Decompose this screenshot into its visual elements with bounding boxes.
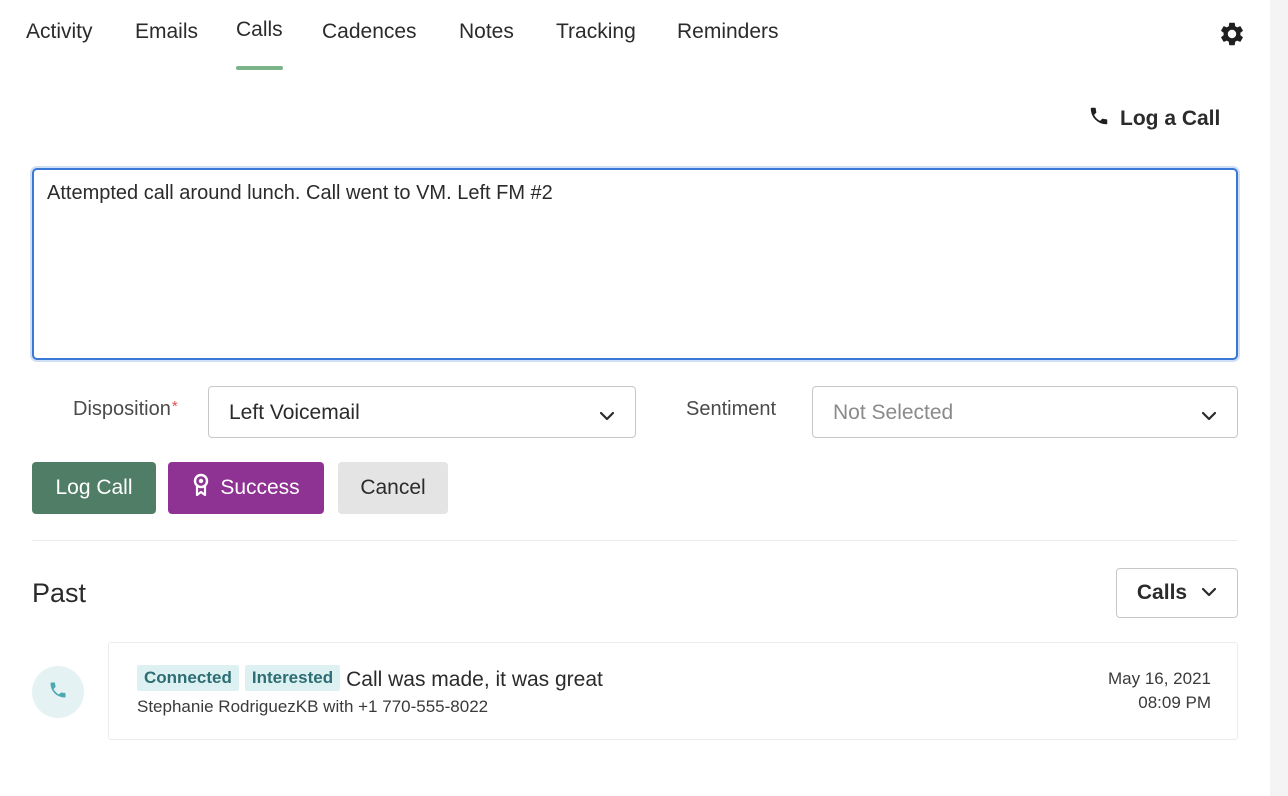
log-a-call-button[interactable]: Log a Call — [1088, 102, 1220, 136]
sentiment-select[interactable]: Not Selected — [812, 386, 1238, 438]
status-badge: Connected — [137, 665, 239, 691]
success-button[interactable]: Success — [168, 462, 324, 514]
disposition-label: Disposition* — [73, 398, 178, 420]
sentiment-label: Sentiment — [686, 398, 777, 420]
sentiment-value: Not Selected — [833, 401, 954, 424]
tab-calls[interactable]: Calls — [236, 18, 283, 70]
success-button-label: Success — [220, 476, 300, 499]
call-entry-icon — [32, 666, 84, 718]
gear-icon[interactable] — [1218, 20, 1246, 48]
chevron-down-icon — [1201, 581, 1217, 605]
tab-notes[interactable]: Notes — [459, 20, 514, 72]
tab-cadences[interactable]: Cadences — [322, 20, 417, 72]
tab-bar: Activity Emails Calls Cadences Notes Tra… — [0, 0, 1270, 72]
status-badge: Interested — [244, 665, 341, 691]
call-badges: Connected Interested Call was made, it w… — [137, 665, 603, 691]
tab-activity[interactable]: Activity — [26, 20, 93, 72]
call-time: 08:09 PM — [1138, 693, 1211, 712]
log-call-button[interactable]: Log Call — [32, 462, 156, 514]
phone-icon — [48, 680, 68, 705]
tab-emails[interactable]: Emails — [135, 20, 198, 72]
past-section-title: Past — [32, 578, 87, 608]
disposition-value: Left Voicemail — [229, 401, 360, 424]
call-notes-textarea[interactable]: Attempted call around lunch. Call went t… — [32, 168, 1238, 360]
call-panel: Activity Emails Calls Cadences Notes Tra… — [0, 0, 1288, 796]
log-a-call-label: Log a Call — [1120, 107, 1221, 130]
call-type-filter[interactable]: Calls — [1116, 568, 1238, 618]
disposition-select[interactable]: Left Voicemail — [208, 386, 636, 438]
tab-reminders[interactable]: Reminders — [677, 20, 779, 72]
past-call-item[interactable]: Connected Interested Call was made, it w… — [108, 642, 1238, 740]
call-timestamp: May 16, 2021 08:09 PM — [1108, 667, 1211, 715]
phone-icon — [1088, 105, 1110, 133]
scrollbar-track[interactable] — [1270, 0, 1288, 796]
call-type-filter-value: Calls — [1136, 581, 1188, 604]
chevron-down-icon — [1201, 405, 1217, 421]
call-detail: Stephanie RodriguezKB with +1 770-555-80… — [137, 697, 489, 716]
section-divider — [32, 540, 1238, 541]
award-ribbon-icon — [192, 473, 210, 503]
required-marker: * — [171, 398, 178, 415]
tab-tracking[interactable]: Tracking — [556, 20, 636, 72]
cancel-button[interactable]: Cancel — [338, 462, 448, 514]
chevron-down-icon — [599, 405, 615, 421]
call-date: May 16, 2021 — [1107, 669, 1211, 688]
call-summary: Call was made, it was great — [346, 668, 603, 691]
